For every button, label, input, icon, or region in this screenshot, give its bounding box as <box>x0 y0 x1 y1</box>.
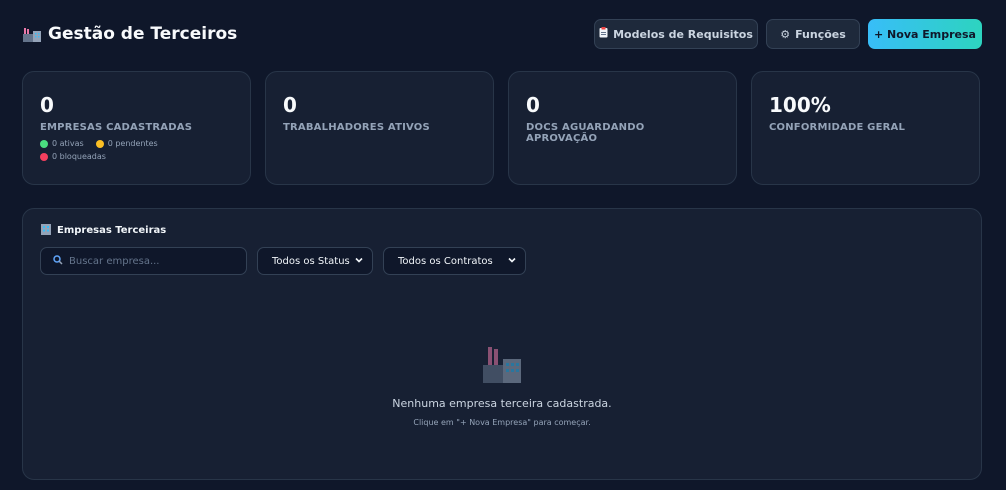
search-icon <box>53 254 63 268</box>
status-legend: 0 ativas 0 pendentes 0 bloqueadas <box>40 139 233 161</box>
active-dot-icon <box>40 139 48 148</box>
stat-label: TRABALHADORES ATIVOS <box>283 122 430 133</box>
roles-button[interactable]: ⚙ Funções <box>766 19 860 49</box>
factory-icon <box>22 25 42 43</box>
clipboard-icon <box>599 27 608 41</box>
office-building-icon <box>40 223 52 238</box>
page-title-text: Gestão de Terceiros <box>48 24 238 44</box>
empty-message: Nenhuma empresa terceira cadastrada. <box>392 397 612 410</box>
stat-card-companies: 0 EMPRESAS CADASTRADAS 0 ativas 0 penden… <box>22 71 251 185</box>
contract-filter-select[interactable]: Todos os Contratos <box>383 247 526 275</box>
roles-label: Funções <box>795 27 846 41</box>
status-filter-value: Todos os Status <box>272 255 350 267</box>
blocked-dot-icon <box>40 152 48 161</box>
status-filter-select[interactable]: Todos os Status <box>257 247 373 275</box>
legend-pending: 0 pendentes <box>95 139 158 148</box>
empty-state: Nenhuma empresa terceira cadastrada. Cli… <box>23 345 981 427</box>
stat-card-compliance: 100% CONFORMIDADE GERAL <box>751 71 980 185</box>
panel-title-text: Empresas Terceiras <box>57 225 167 236</box>
requirement-models-button[interactable]: Modelos de Requisitos <box>594 19 758 49</box>
chevron-down-icon <box>507 255 517 268</box>
page-header: Gestão de Terceiros Modelos de Requisito… <box>22 18 982 52</box>
search-placeholder: Buscar empresa... <box>69 255 160 267</box>
new-company-label: + Nova Empresa <box>874 27 976 41</box>
panel-title: Empresas Terceiras <box>40 223 166 238</box>
stat-label: CONFORMIDADE GERAL <box>769 122 906 133</box>
legend-blocked: 0 bloqueadas <box>40 152 106 161</box>
stat-value: 0 <box>40 93 54 117</box>
stat-value: 0 <box>526 93 540 117</box>
stats-row: 0 EMPRESAS CADASTRADAS 0 ativas 0 penden… <box>22 71 980 185</box>
search-input[interactable]: Buscar empresa... <box>40 247 247 275</box>
stat-card-pending-docs: 0 DOCS AGUARDANDO APROVAÇÃO <box>508 71 737 185</box>
contract-filter-value: Todos os Contratos <box>398 255 493 267</box>
new-company-button[interactable]: + Nova Empresa <box>868 19 982 49</box>
chevron-down-icon <box>354 255 364 268</box>
pending-dot-icon <box>95 139 104 148</box>
empty-hint: Clique em "+ Nova Empresa" para começar. <box>413 418 591 427</box>
stat-label: EMPRESAS CADASTRADAS <box>40 122 193 133</box>
stat-value: 100% <box>769 93 831 117</box>
factory-icon <box>480 345 524 385</box>
stat-value: 0 <box>283 93 297 117</box>
gear-icon: ⚙ <box>780 27 791 41</box>
page-title: Gestão de Terceiros <box>22 24 237 44</box>
stat-label: DOCS AGUARDANDO APROVAÇÃO <box>526 122 645 144</box>
stat-card-workers: 0 TRABALHADORES ATIVOS <box>265 71 494 185</box>
header-actions: Modelos de Requisitos ⚙ Funções + Nova E… <box>594 19 982 49</box>
requirement-models-label: Modelos de Requisitos <box>613 27 753 41</box>
companies-panel: Empresas Terceiras Buscar empresa... Tod… <box>22 208 982 480</box>
legend-active: 0 ativas <box>40 139 84 148</box>
filters-bar: Buscar empresa... Todos os Status Todos … <box>40 247 526 275</box>
